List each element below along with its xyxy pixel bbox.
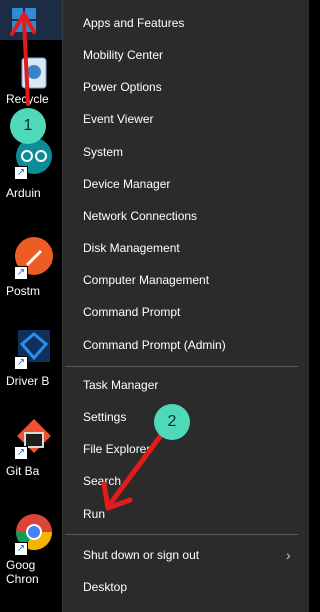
- menu-item-disk-management[interactable]: Disk Management: [83, 236, 293, 260]
- menu-item-task-manager[interactable]: Task Manager: [83, 373, 293, 397]
- chevron-right-icon: ›: [286, 547, 291, 563]
- annotation-arrow-1: [10, 12, 36, 106]
- desktop-icon-label: Git Ba: [6, 464, 40, 478]
- menu-item-apps-and-features[interactable]: Apps and Features: [83, 11, 293, 35]
- shortcut-arrow-icon: ↗: [14, 266, 28, 280]
- menu-item-computer-management[interactable]: Computer Management: [83, 268, 293, 292]
- step-badge-1: 1: [10, 108, 46, 144]
- menu-separator: [65, 534, 298, 535]
- shortcut-arrow-icon: ↗: [14, 166, 28, 180]
- menu-item-network-connections[interactable]: Network Connections: [83, 204, 293, 228]
- shortcut-arrow-icon: ↗: [14, 446, 28, 460]
- menu-item-desktop[interactable]: Desktop: [83, 575, 293, 599]
- menu-separator: [65, 366, 298, 367]
- step-badge-2: 2: [154, 404, 190, 440]
- desktop-icon-google-chrome[interactable]: ↗ Goog Chron: [0, 506, 62, 596]
- shortcut-arrow-icon: ↗: [14, 542, 28, 556]
- menu-item-event-viewer[interactable]: Event Viewer: [83, 107, 293, 131]
- menu-item-power-options[interactable]: Power Options: [83, 75, 293, 99]
- menu-item-command-prompt[interactable]: Command Prompt: [83, 300, 293, 324]
- desktop-icon-driver-booster[interactable]: ↗ Driver B: [0, 322, 62, 412]
- desktop-icon-label: Driver B: [6, 374, 50, 388]
- menu-item-device-manager[interactable]: Device Manager: [83, 172, 293, 196]
- desktop-icon-label: Chron: [6, 572, 39, 586]
- shortcut-arrow-icon: ↗: [14, 356, 28, 370]
- desktop-icon-label: Postm: [6, 284, 41, 298]
- desktop-icon-postman[interactable]: ↗ Postm: [0, 232, 62, 322]
- desktop-icon-git-bash[interactable]: ↗ Git Ba: [0, 414, 62, 504]
- desktop-icon-label: Arduin: [6, 186, 41, 200]
- menu-item-shut-down-or-sign-out[interactable]: Shut down or sign out: [83, 543, 293, 567]
- menu-item-system[interactable]: System: [83, 140, 293, 164]
- menu-item-mobility-center[interactable]: Mobility Center: [83, 43, 293, 67]
- menu-item-command-prompt-admin[interactable]: Command Prompt (Admin): [83, 333, 293, 357]
